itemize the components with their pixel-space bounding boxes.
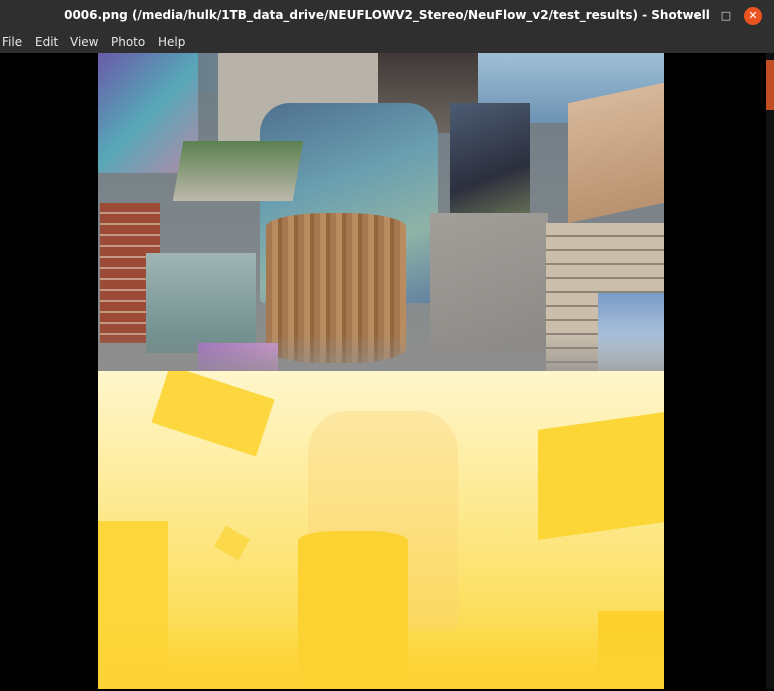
rendered-scene — [98, 53, 664, 371]
grass-block — [172, 141, 304, 201]
menu-view[interactable]: View — [70, 31, 98, 53]
menu-bar: File Edit View Photo Help — [0, 31, 774, 53]
disparity-block-top — [151, 371, 275, 457]
dark-panel — [450, 103, 530, 223]
wood-block — [568, 82, 664, 224]
photo-image[interactable] — [98, 53, 664, 689]
title-bar: 0006.png (/media/hulk/1TB_data_drive/NEU… — [0, 0, 774, 31]
menu-photo[interactable]: Photo — [111, 31, 145, 53]
menu-edit[interactable]: Edit — [35, 31, 58, 53]
sidebar-handle[interactable] — [766, 60, 774, 110]
floor — [98, 333, 664, 371]
disparity-block-right — [538, 412, 664, 540]
disparity-floor — [98, 621, 664, 689]
maximize-button[interactable]: □ — [716, 6, 736, 26]
concrete-block — [430, 213, 548, 353]
menu-file[interactable]: File — [2, 31, 22, 53]
disparity-map — [98, 371, 664, 689]
scrollbar[interactable] — [766, 53, 774, 691]
disparity-small-block — [213, 525, 251, 561]
close-button[interactable]: ✕ — [744, 7, 762, 25]
minimize-button[interactable]: – — [686, 6, 706, 26]
menu-help[interactable]: Help — [158, 31, 185, 53]
window-title: 0006.png (/media/hulk/1TB_data_drive/NEU… — [64, 8, 710, 22]
